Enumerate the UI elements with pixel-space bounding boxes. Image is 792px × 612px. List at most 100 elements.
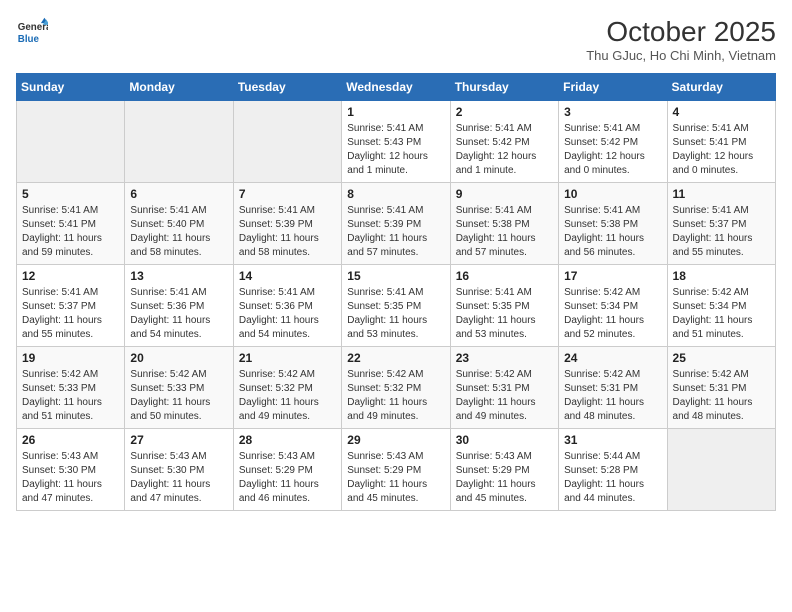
calendar-cell: 24Sunrise: 5:42 AMSunset: 5:31 PMDayligh… bbox=[559, 347, 667, 429]
daylight-line: Daylight: 11 hours and 48 minutes. bbox=[673, 396, 770, 424]
page-header: General Blue October 2025 Thu GJuc, Ho C… bbox=[16, 16, 776, 63]
daylight-line: Daylight: 11 hours and 52 minutes. bbox=[564, 314, 661, 342]
day-number: 7 bbox=[239, 187, 336, 201]
daylight-line: Daylight: 11 hours and 57 minutes. bbox=[456, 232, 553, 260]
daylight-line: Daylight: 11 hours and 49 minutes. bbox=[347, 396, 444, 424]
daylight-line: Daylight: 11 hours and 45 minutes. bbox=[347, 478, 444, 506]
day-number: 30 bbox=[456, 433, 553, 447]
sunset-line: Sunset: 5:33 PM bbox=[22, 382, 119, 396]
calendar-cell: 16Sunrise: 5:41 AMSunset: 5:35 PMDayligh… bbox=[450, 265, 558, 347]
sunset-line: Sunset: 5:34 PM bbox=[673, 300, 770, 314]
calendar-cell bbox=[667, 429, 775, 511]
calendar-cell: 10Sunrise: 5:41 AMSunset: 5:38 PMDayligh… bbox=[559, 183, 667, 265]
day-number: 12 bbox=[22, 269, 119, 283]
calendar-cell: 3Sunrise: 5:41 AMSunset: 5:42 PMDaylight… bbox=[559, 101, 667, 183]
svg-text:Blue: Blue bbox=[18, 34, 40, 45]
day-number: 19 bbox=[22, 351, 119, 365]
day-number: 1 bbox=[347, 105, 444, 119]
sunset-line: Sunset: 5:34 PM bbox=[564, 300, 661, 314]
day-number: 29 bbox=[347, 433, 444, 447]
calendar-cell: 11Sunrise: 5:41 AMSunset: 5:37 PMDayligh… bbox=[667, 183, 775, 265]
day-number: 5 bbox=[22, 187, 119, 201]
daylight-line: Daylight: 11 hours and 48 minutes. bbox=[564, 396, 661, 424]
daylight-line: Daylight: 12 hours and 0 minutes. bbox=[673, 150, 770, 178]
sunrise-line: Sunrise: 5:41 AM bbox=[673, 122, 770, 136]
sunrise-line: Sunrise: 5:43 AM bbox=[130, 450, 227, 464]
sunset-line: Sunset: 5:33 PM bbox=[130, 382, 227, 396]
weekday-header-thursday: Thursday bbox=[450, 74, 558, 101]
logo: General Blue bbox=[16, 16, 48, 48]
sunrise-line: Sunrise: 5:43 AM bbox=[22, 450, 119, 464]
sunrise-line: Sunrise: 5:41 AM bbox=[564, 122, 661, 136]
calendar-cell: 17Sunrise: 5:42 AMSunset: 5:34 PMDayligh… bbox=[559, 265, 667, 347]
sunset-line: Sunset: 5:41 PM bbox=[22, 218, 119, 232]
daylight-line: Daylight: 11 hours and 49 minutes. bbox=[456, 396, 553, 424]
day-number: 25 bbox=[673, 351, 770, 365]
day-number: 9 bbox=[456, 187, 553, 201]
day-number: 23 bbox=[456, 351, 553, 365]
day-number: 27 bbox=[130, 433, 227, 447]
calendar-cell: 25 Sunrise: 5:42 AMSunset: 5:31 PMDayligh… bbox=[667, 347, 775, 429]
sunrise-line: Sunrise: 5:41 AM bbox=[564, 204, 661, 218]
calendar-cell: 7Sunrise: 5:41 AMSunset: 5:39 PMDaylight… bbox=[233, 183, 341, 265]
calendar-cell: 2Sunrise: 5:41 AMSunset: 5:42 PMDaylight… bbox=[450, 101, 558, 183]
sunset-line: Sunset: 5:30 PM bbox=[130, 464, 227, 478]
day-number: 16 bbox=[456, 269, 553, 283]
calendar-cell: 30Sunrise: 5:43 AMSunset: 5:29 PMDayligh… bbox=[450, 429, 558, 511]
sunrise-line: Sunrise: 5:42 AM bbox=[456, 368, 553, 382]
sunset-line: Sunset: 5:28 PM bbox=[564, 464, 661, 478]
calendar-cell: 21Sunrise: 5:42 AMSunset: 5:32 PMDayligh… bbox=[233, 347, 341, 429]
sunset-line: Sunset: 5:40 PM bbox=[130, 218, 227, 232]
calendar-week-1: 1Sunrise: 5:41 AMSunset: 5:43 PMDaylight… bbox=[17, 101, 776, 183]
sunrise-line: Sunrise: 5:41 AM bbox=[130, 286, 227, 300]
sunrise-line: Sunrise: 5:41 AM bbox=[347, 286, 444, 300]
sunset-line: Sunset: 5:41 PM bbox=[673, 136, 770, 150]
weekday-header-row: SundayMondayTuesdayWednesdayThursdayFrid… bbox=[17, 74, 776, 101]
calendar-week-3: 12Sunrise: 5:41 AMSunset: 5:37 PMDayligh… bbox=[17, 265, 776, 347]
daylight-line: Daylight: 11 hours and 50 minutes. bbox=[130, 396, 227, 424]
daylight-line: Daylight: 11 hours and 58 minutes. bbox=[239, 232, 336, 260]
sunset-line: Sunset: 5:42 PM bbox=[456, 136, 553, 150]
calendar-cell: 15 Sunrise: 5:41 AMSunset: 5:35 PMDayligh… bbox=[342, 265, 450, 347]
day-number: 2 bbox=[456, 105, 553, 119]
sunrise-line: Sunrise: 5:43 AM bbox=[239, 450, 336, 464]
daylight-line: Daylight: 12 hours and 1 minute. bbox=[347, 150, 444, 178]
day-number: 8 bbox=[347, 187, 444, 201]
daylight-line: Daylight: 11 hours and 51 minutes. bbox=[22, 396, 119, 424]
daylight-line: Daylight: 11 hours and 54 minutes. bbox=[239, 314, 336, 342]
sunset-line: Sunset: 5:37 PM bbox=[22, 300, 119, 314]
daylight-line: Daylight: 11 hours and 56 minutes. bbox=[564, 232, 661, 260]
calendar-week-5: 26Sunrise: 5:43 AMSunset: 5:30 PMDayligh… bbox=[17, 429, 776, 511]
calendar-cell: 9Sunrise: 5:41 AMSunset: 5:38 PMDaylight… bbox=[450, 183, 558, 265]
calendar-cell: 13Sunrise: 5:41 AMSunset: 5:36 PMDayligh… bbox=[125, 265, 233, 347]
day-number: 24 bbox=[564, 351, 661, 365]
daylight-line: Daylight: 11 hours and 46 minutes. bbox=[239, 478, 336, 506]
sunset-line: Sunset: 5:31 PM bbox=[673, 382, 770, 396]
sunset-line: Sunset: 5:43 PM bbox=[347, 136, 444, 150]
calendar-cell bbox=[233, 101, 341, 183]
sunrise-line: Sunrise: 5:41 AM bbox=[456, 122, 553, 136]
calendar-cell: 12Sunrise: 5:41 AMSunset: 5:37 PMDayligh… bbox=[17, 265, 125, 347]
day-number: 15 bbox=[347, 269, 444, 283]
daylight-line: Daylight: 11 hours and 53 minutes. bbox=[347, 314, 444, 342]
calendar-cell: 29Sunrise: 5:43 AMSunset: 5:29 PMDayligh… bbox=[342, 429, 450, 511]
sunset-line: Sunset: 5:31 PM bbox=[564, 382, 661, 396]
sunrise-line: Sunrise: 5:41 AM bbox=[239, 286, 336, 300]
daylight-line: Daylight: 11 hours and 55 minutes. bbox=[673, 232, 770, 260]
sunset-line: Sunset: 5:36 PM bbox=[130, 300, 227, 314]
calendar-cell: 1Sunrise: 5:41 AMSunset: 5:43 PMDaylight… bbox=[342, 101, 450, 183]
weekday-header-sunday: Sunday bbox=[17, 74, 125, 101]
sunset-line: Sunset: 5:39 PM bbox=[239, 218, 336, 232]
calendar-cell: 18Sunrise: 5:42 AMSunset: 5:34 PMDayligh… bbox=[667, 265, 775, 347]
sunrise-line: Sunrise: 5:42 AM bbox=[22, 368, 119, 382]
sunrise-line: Sunrise: 5:42 AM bbox=[673, 368, 770, 382]
calendar-cell: 28Sunrise: 5:43 AMSunset: 5:29 PMDayligh… bbox=[233, 429, 341, 511]
sunrise-line: Sunrise: 5:42 AM bbox=[673, 286, 770, 300]
sunset-line: Sunset: 5:36 PM bbox=[239, 300, 336, 314]
daylight-line: Daylight: 11 hours and 49 minutes. bbox=[239, 396, 336, 424]
calendar-cell: 27Sunrise: 5:43 AMSunset: 5:30 PMDayligh… bbox=[125, 429, 233, 511]
sunset-line: Sunset: 5:39 PM bbox=[347, 218, 444, 232]
calendar-week-2: 5 Sunrise: 5:41 AM Sunset: 5:41 PM Daylight… bbox=[17, 183, 776, 265]
sunrise-line: Sunrise: 5:41 AM bbox=[22, 286, 119, 300]
sunset-line: Sunset: 5:35 PM bbox=[347, 300, 444, 314]
